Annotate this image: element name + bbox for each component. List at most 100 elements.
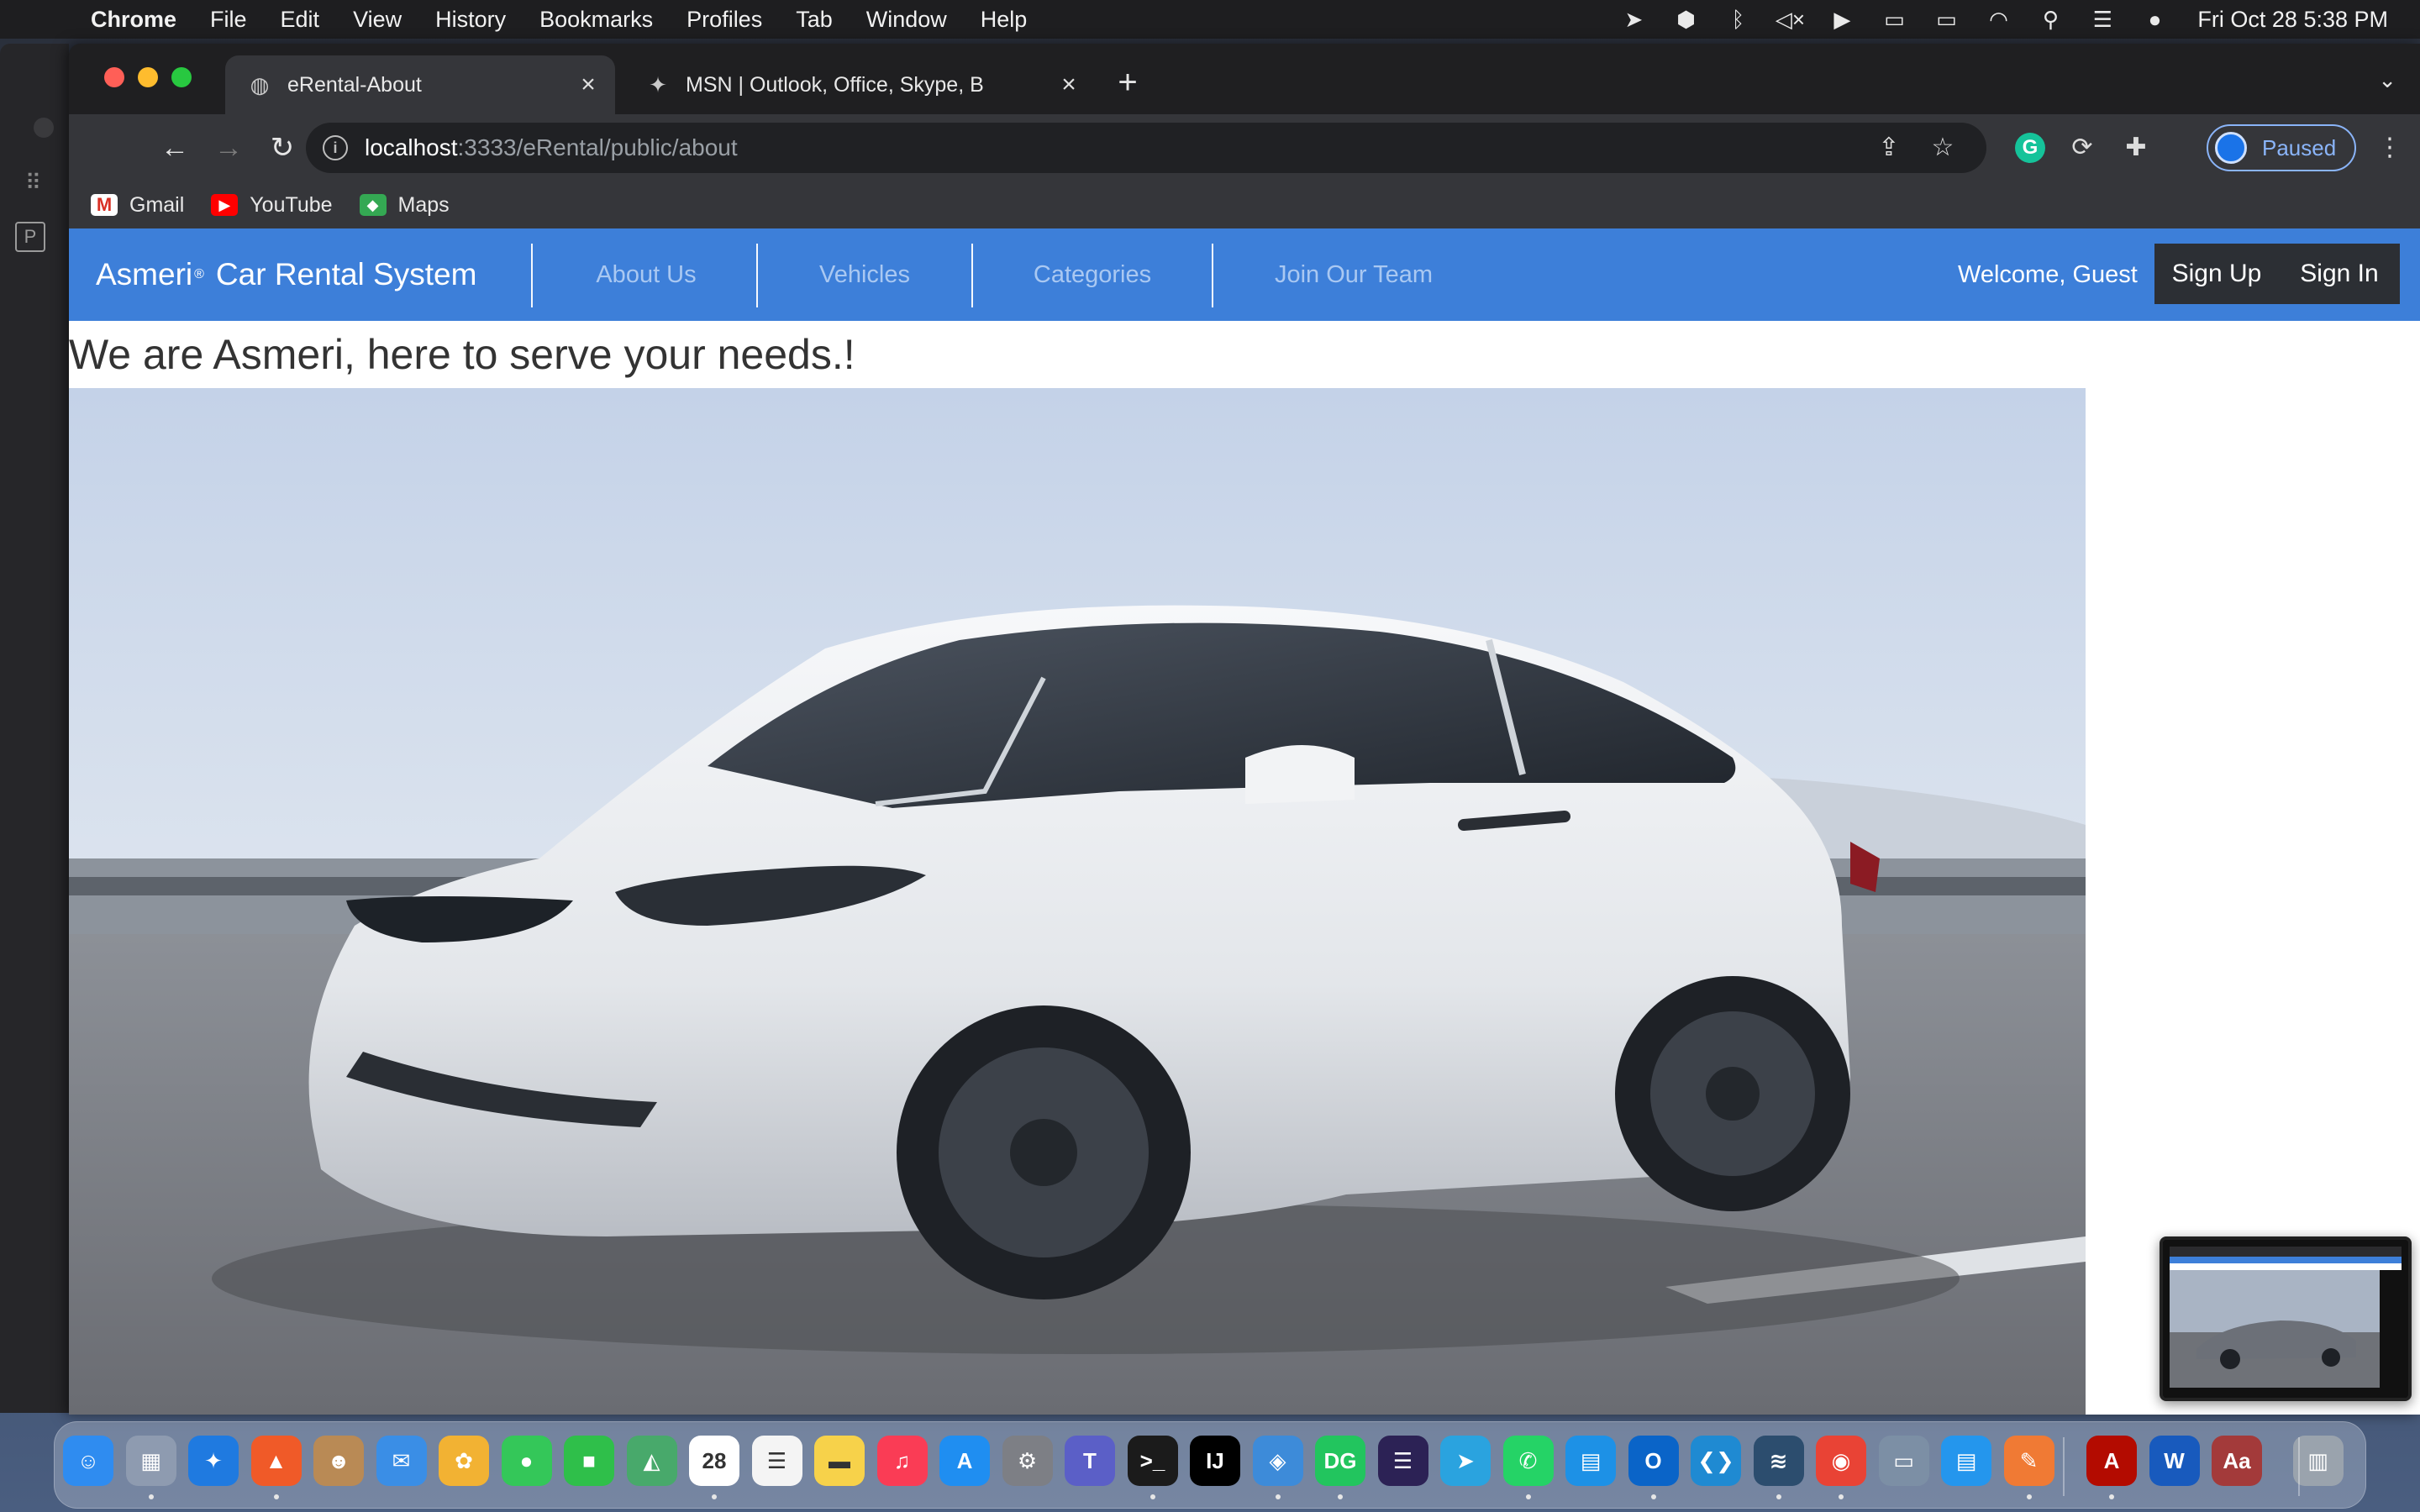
url-text[interactable]: localhost:3333/eRental/public/about (365, 134, 738, 161)
menu-edit[interactable]: Edit (281, 7, 320, 33)
chevron-down-icon[interactable]: ⌄ (2378, 67, 2396, 93)
contacts-icon[interactable]: ☻ (313, 1436, 364, 1486)
dictionary-icon[interactable]: Aa (2212, 1436, 2262, 1486)
menu-window[interactable]: Window (866, 7, 947, 33)
chrome-icon[interactable]: ◉ (1816, 1436, 1866, 1486)
reminders-icon[interactable]: ☰ (751, 1436, 802, 1486)
menu-profiles[interactable]: Profiles (687, 7, 762, 33)
wifi-icon[interactable]: ◠ (1972, 7, 2024, 33)
new-tab-button[interactable]: + (1111, 66, 1144, 99)
tab-msn[interactable]: ✦ MSN | Outlook, Office, Skype, B × (623, 55, 1096, 114)
network-icon[interactable]: ◈ (1252, 1436, 1303, 1486)
photos-icon[interactable]: ✿ (439, 1436, 489, 1486)
docker-desktop-icon[interactable]: ▤ (1941, 1436, 1991, 1486)
telegram-icon[interactable]: ➤ (1440, 1436, 1491, 1486)
facetime-icon[interactable]: ■ (564, 1436, 614, 1486)
url-host: localhost (365, 134, 458, 160)
site-navbar: Asmeri ® Car Rental System About Us Vehicl… (69, 228, 2420, 321)
datagrip-icon[interactable]: DG (1315, 1436, 1365, 1486)
back-button[interactable]: ← (156, 129, 193, 166)
docker-icon[interactable]: ▤ (1565, 1436, 1616, 1486)
display-icon[interactable]: ▭ (1868, 7, 1920, 33)
menu-help[interactable]: Help (981, 7, 1028, 33)
bookmark-youtube[interactable]: ▶ YouTube (211, 193, 333, 218)
grammarly-icon[interactable]: G (2015, 133, 2045, 163)
launchpad-icon[interactable]: ▦ (125, 1436, 176, 1486)
word-icon[interactable]: W (2149, 1436, 2200, 1486)
share-icon[interactable]: ⇪ (1862, 133, 1916, 162)
site-info-icon[interactable]: i (323, 135, 348, 160)
notes-icon[interactable]: ▬ (814, 1436, 865, 1486)
tab-erental-about[interactable]: ◍ eRental-About × (225, 55, 615, 114)
reload-button[interactable]: ↻ (264, 129, 301, 166)
calendar-icon[interactable]: 28 (689, 1436, 739, 1486)
address-bar[interactable]: i localhost:3333/eRental/public/about ⇪ … (306, 123, 1986, 173)
finder-icon[interactable]: ☺ (63, 1436, 113, 1486)
nav-categories[interactable]: Categories (973, 228, 1212, 321)
trash-icon[interactable]: ▥ (2292, 1436, 2344, 1486)
sign-up-button[interactable]: Sign Up (2154, 244, 2279, 304)
acrobat-icon[interactable]: A (2086, 1436, 2137, 1486)
picture-in-picture-thumbnail[interactable] (2160, 1236, 2412, 1401)
eclipse-icon[interactable]: ☰ (1377, 1436, 1428, 1486)
disk-utility-icon[interactable]: ▭ (1878, 1436, 1929, 1486)
vscode-icon[interactable]: ❮❯ (1691, 1436, 1741, 1486)
brand-suffix: Car Rental System (215, 257, 477, 291)
site-brand[interactable]: Asmeri ® Car Rental System (96, 228, 476, 321)
telegram-icon[interactable]: ➤ (1607, 7, 1660, 33)
control-center-icon[interactable]: ☰ (2076, 7, 2128, 33)
car-photo (69, 388, 2086, 1415)
pages-icon[interactable]: ✎ (2003, 1436, 2054, 1486)
close-window-button[interactable] (104, 67, 124, 87)
forward-button[interactable]: → (210, 129, 247, 166)
menu-view[interactable]: View (353, 7, 402, 33)
maps-icon[interactable]: ◭ (626, 1436, 677, 1486)
sign-in-button[interactable]: Sign In (2279, 244, 2400, 304)
menu-history[interactable]: History (435, 7, 506, 33)
play-icon[interactable]: ▶ (1816, 7, 1868, 33)
search-icon[interactable]: ⚲ (2024, 7, 2076, 33)
settings-icon[interactable]: ⚙ (1002, 1436, 1053, 1486)
menu-app-name[interactable]: Chrome (91, 7, 176, 33)
bookmark-maps[interactable]: ◆ Maps (359, 193, 450, 218)
nav-join-our-team[interactable]: Join Our Team (1213, 228, 1494, 321)
menu-kebab-icon[interactable]: ⋮ (2371, 129, 2408, 166)
menu-tab[interactable]: Tab (796, 7, 833, 33)
safari-icon[interactable]: ✦ (188, 1436, 239, 1486)
teams-icon[interactable]: T (1065, 1436, 1115, 1486)
bookmark-star-icon[interactable]: ☆ (1916, 133, 1970, 162)
outlook-icon[interactable]: O (1628, 1436, 1679, 1486)
pip-preview (2163, 1240, 2408, 1398)
messages-icon[interactable]: ● (501, 1436, 552, 1486)
bluetooth-off-icon[interactable]: ᛒ (1712, 7, 1764, 33)
mail-icon[interactable]: ✉ (376, 1436, 427, 1486)
whatsapp-icon[interactable]: ✆ (1502, 1436, 1554, 1486)
brave-icon[interactable]: ▲ (250, 1436, 302, 1486)
extensions-puzzle-icon[interactable]: ✚ (2118, 129, 2154, 166)
close-tab-icon[interactable]: × (1052, 71, 1086, 99)
welcome-message: Welcome, Guest (1958, 260, 2138, 288)
menu-bookmarks[interactable]: Bookmarks (539, 7, 653, 33)
intellij-icon[interactable]: IJ (1190, 1436, 1240, 1486)
profile-button[interactable]: Paused (2207, 124, 2356, 171)
siri-icon[interactable]: ● (2128, 7, 2181, 33)
url-path: :3333/eRental/public/about (457, 134, 738, 160)
battery-icon[interactable]: ▭ (1920, 7, 1972, 33)
running-indicator (148, 1494, 154, 1499)
zoom-window-button[interactable] (171, 67, 192, 87)
bookmark-gmail[interactable]: M Gmail (91, 193, 184, 218)
music-icon[interactable]: ♫ (876, 1436, 928, 1486)
shield-icon[interactable]: ⬢ (1660, 7, 1712, 33)
menu-bar-clock[interactable]: Fri Oct 28 5:38 PM (2197, 7, 2388, 33)
mute-icon[interactable]: ◁× (1764, 7, 1816, 33)
menu-file[interactable]: File (210, 7, 247, 33)
background-window[interactable]: ⠿ P (0, 44, 69, 1413)
close-tab-icon[interactable]: × (571, 71, 605, 99)
app-store-icon[interactable]: A (939, 1436, 990, 1486)
mysql-workbench-icon[interactable]: ≋ (1753, 1436, 1804, 1486)
nav-about-us[interactable]: About Us (533, 228, 760, 321)
nav-vehicles[interactable]: Vehicles (758, 228, 971, 321)
sync-icon[interactable]: ⟳ (2064, 129, 2101, 166)
terminal-icon[interactable]: >_ (1127, 1436, 1178, 1486)
minimize-window-button[interactable] (138, 67, 158, 87)
